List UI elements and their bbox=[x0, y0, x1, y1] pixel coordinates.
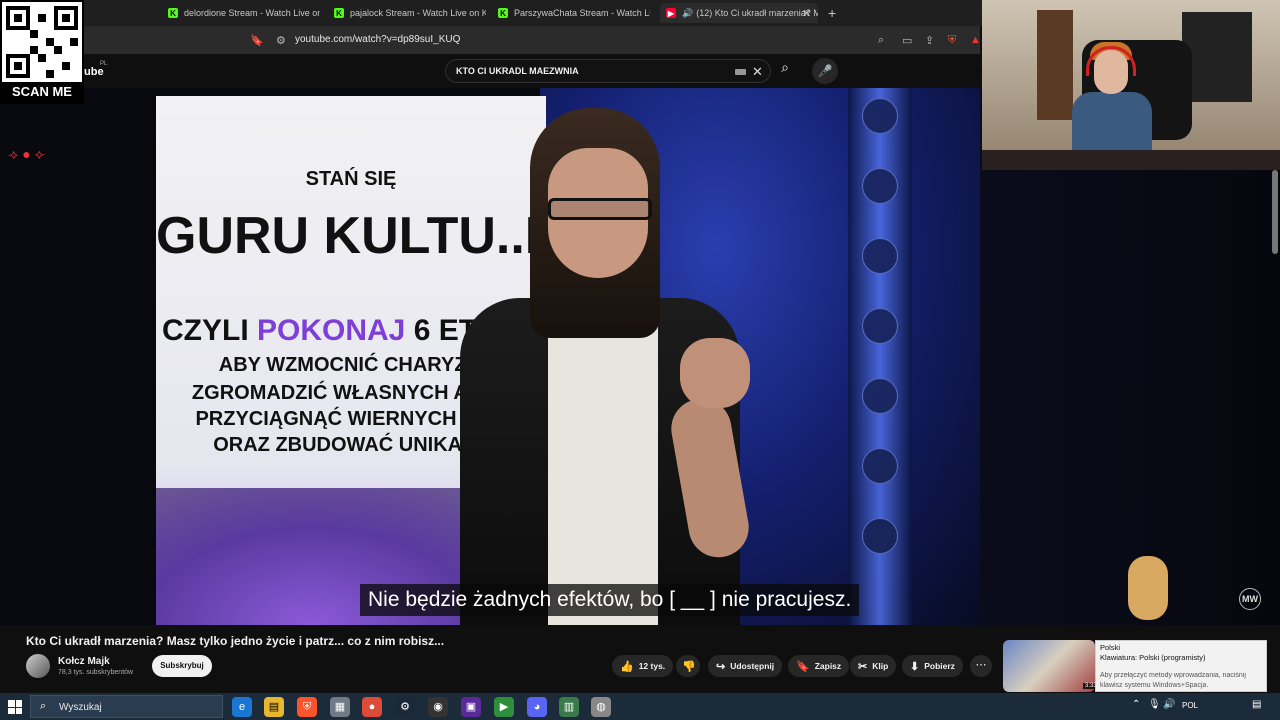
video-title: Kto Ci ukradł marzenia? Masz tylko jedno… bbox=[26, 634, 445, 648]
channel-watermark[interactable]: MW bbox=[1239, 588, 1261, 610]
search-input[interactable]: KTO CI UKRADL MAEZWNIA ✕ bbox=[445, 59, 771, 83]
taskbar-search-placeholder: Wyszukaj bbox=[59, 702, 102, 713]
hamster-overlay bbox=[1128, 556, 1168, 620]
channel-avatar[interactable] bbox=[26, 654, 50, 678]
site-settings-icon[interactable]: ⚙ bbox=[276, 34, 286, 47]
download-button[interactable]: ⬇ Pobierz bbox=[902, 655, 963, 677]
keyboard-icon[interactable] bbox=[735, 69, 746, 75]
brave-rewards-icon[interactable]: ▲ bbox=[970, 34, 981, 46]
steam-icon[interactable]: ⚙ bbox=[395, 697, 415, 717]
tab-label: ParszywaChata Stream - Watch Live o bbox=[514, 8, 650, 18]
tab-label: (12) Kto Ci ukradł marzenia? M bbox=[696, 8, 818, 18]
tab-label: delordione Stream - Watch Live on K bbox=[184, 8, 320, 18]
edge-icon[interactable]: e bbox=[232, 697, 252, 717]
video-subtitle: Nie będzie żadnych efektów, bo [ __ ] ni… bbox=[360, 584, 860, 616]
audio-playing-icon: 🔊 bbox=[682, 7, 694, 18]
switch-hint: klawisz systemu Windows+Spacja. bbox=[1100, 682, 1209, 689]
qr-code-icon bbox=[2, 2, 82, 82]
start-button[interactable] bbox=[8, 700, 22, 714]
speaker-figure bbox=[380, 108, 800, 625]
qr-label: SCAN ME bbox=[12, 84, 72, 99]
close-tab-icon[interactable]: ✕ bbox=[802, 7, 811, 20]
streamer-webcam bbox=[982, 0, 1280, 170]
obs-icon[interactable]: ◉ bbox=[428, 697, 448, 717]
app-icon[interactable]: ▥ bbox=[559, 697, 579, 717]
bookmark-icon[interactable]: 🔖 bbox=[250, 34, 264, 47]
more-actions-button[interactable]: ⋯ bbox=[970, 655, 992, 677]
cast-icon[interactable]: ▭ bbox=[902, 34, 912, 47]
app-icon[interactable]: ◍ bbox=[591, 697, 611, 717]
clip-button[interactable]: ✂ Klip bbox=[850, 655, 897, 677]
youtube-favicon-icon: ▶ bbox=[666, 8, 676, 18]
youtube-logo[interactable]: ube bbox=[84, 66, 104, 78]
tab-delordione[interactable]: K delordione Stream - Watch Live on K bbox=[168, 3, 320, 23]
youtube-region-label: PL bbox=[100, 61, 108, 67]
language-name: Polski bbox=[1100, 643, 1121, 652]
kick-favicon-icon: K bbox=[498, 8, 508, 18]
kick-favicon-icon: K bbox=[168, 8, 178, 18]
scissors-icon: ✂ bbox=[858, 660, 868, 673]
chrome-icon[interactable]: ● bbox=[362, 697, 382, 717]
channel-name[interactable]: Kołcz Majk bbox=[58, 656, 110, 667]
app-icon[interactable]: ▦ bbox=[330, 697, 350, 717]
search-button[interactable]: ⌕ bbox=[772, 59, 798, 83]
url-text[interactable]: youtube.com/watch?v=dp89suI_KUQ bbox=[295, 34, 460, 45]
brave-icon[interactable]: ⛨ bbox=[297, 697, 317, 717]
input-language-indicator[interactable]: POL bbox=[1182, 701, 1198, 710]
search-query: KTO CI UKRADL MAEZWNIA bbox=[456, 66, 579, 76]
brave-shield-icon[interactable]: ⛨ bbox=[948, 34, 956, 47]
download-icon: ⬇ bbox=[910, 660, 920, 673]
discord-icon[interactable]: ◕ bbox=[527, 697, 547, 717]
share-icon[interactable]: ⇪ bbox=[925, 34, 934, 47]
emote-strip: ⟢ ● ⟣ bbox=[8, 146, 45, 162]
search-icon: ⌕ bbox=[40, 700, 47, 712]
qr-code-overlay: SCAN ME bbox=[0, 0, 84, 104]
zoom-icon[interactable]: ⌕ bbox=[878, 34, 884, 47]
file-explorer-icon[interactable]: ▤ bbox=[264, 697, 284, 717]
tray-chevron-icon[interactable]: ⌃ bbox=[1132, 699, 1140, 710]
address-bar: 🔖 ⚙ youtube.com/watch?v=dp89suI_KUQ ⌕ ▭ … bbox=[0, 26, 981, 54]
dislike-button[interactable]: 👎 bbox=[676, 655, 700, 677]
share-button[interactable]: ↪ Udostępnij bbox=[708, 655, 783, 677]
clear-search-icon[interactable]: ✕ bbox=[752, 64, 763, 80]
tab-parszywachata[interactable]: K ParszywaChata Stream - Watch Live o bbox=[498, 3, 650, 23]
subscriber-count: 78,3 tys. subskrybentów bbox=[58, 669, 134, 676]
recommended-video-thumbnail[interactable] bbox=[1003, 640, 1095, 692]
tab-label: pajalock Stream - Watch Live on Kick bbox=[350, 8, 486, 18]
thumbs-down-icon: 👎 bbox=[682, 660, 696, 673]
tab-pajalock[interactable]: K pajalock Stream - Watch Live on Kick bbox=[334, 3, 486, 23]
keyboard-layout: Klawiatura: Polski (programisty) bbox=[1100, 653, 1206, 662]
volume-icon[interactable]: 🔊 bbox=[1163, 699, 1175, 710]
switch-hint: Aby przełączyć metody wprowadzania, naci… bbox=[1100, 672, 1246, 679]
kick-favicon-icon: K bbox=[334, 8, 344, 18]
subscribe-button[interactable]: Subskrybuj bbox=[152, 655, 212, 677]
notifications-icon[interactable]: ▤ bbox=[1252, 699, 1261, 710]
taskbar-search[interactable]: ⌕ Wyszukaj bbox=[30, 695, 223, 718]
page-scrollbar[interactable] bbox=[1272, 170, 1278, 254]
share-arrow-icon: ↪ bbox=[716, 660, 726, 673]
save-button[interactable]: 🔖 Zapisz bbox=[788, 655, 850, 677]
language-switch-popup: Polski Klawiatura: Polski (programisty) … bbox=[1095, 640, 1267, 692]
light-pillar bbox=[848, 88, 912, 625]
microphone-icon[interactable]: 🎙 bbox=[1148, 699, 1161, 710]
voice-search-icon[interactable]: 🎤 bbox=[812, 58, 838, 84]
bookmark-icon: 🔖 bbox=[796, 660, 810, 673]
tab-youtube-active[interactable]: ▶ 🔊 (12) Kto Ci ukradł marzenia? M bbox=[660, 3, 818, 23]
windows-taskbar: ⌕ Wyszukaj e ▤ ⛨ ▦ ● ⚙ ◉ ▣ ▶ ◕ ▥ ◍ ⌃ 🎙 🔊… bbox=[0, 693, 1280, 720]
new-tab-button[interactable]: + bbox=[828, 5, 836, 21]
app-icon[interactable]: ▣ bbox=[461, 697, 481, 717]
like-button[interactable]: 👍 12 tys. bbox=[612, 655, 674, 677]
thumbs-up-icon: 👍 bbox=[620, 660, 634, 673]
media-player-icon[interactable]: ▶ bbox=[494, 697, 514, 717]
